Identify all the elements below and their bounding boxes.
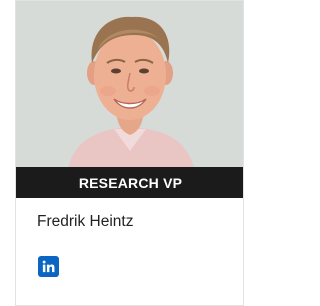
profile-card: RESEARCH VP Fredrik Heintz [15,0,244,306]
portrait-photo [16,1,243,169]
person-name: Fredrik Heintz [37,213,134,230]
role-banner: RESEARCH VP [16,167,243,198]
linkedin-icon [42,260,55,273]
role-label: RESEARCH VP [78,174,183,191]
linkedin-link[interactable] [38,256,59,277]
